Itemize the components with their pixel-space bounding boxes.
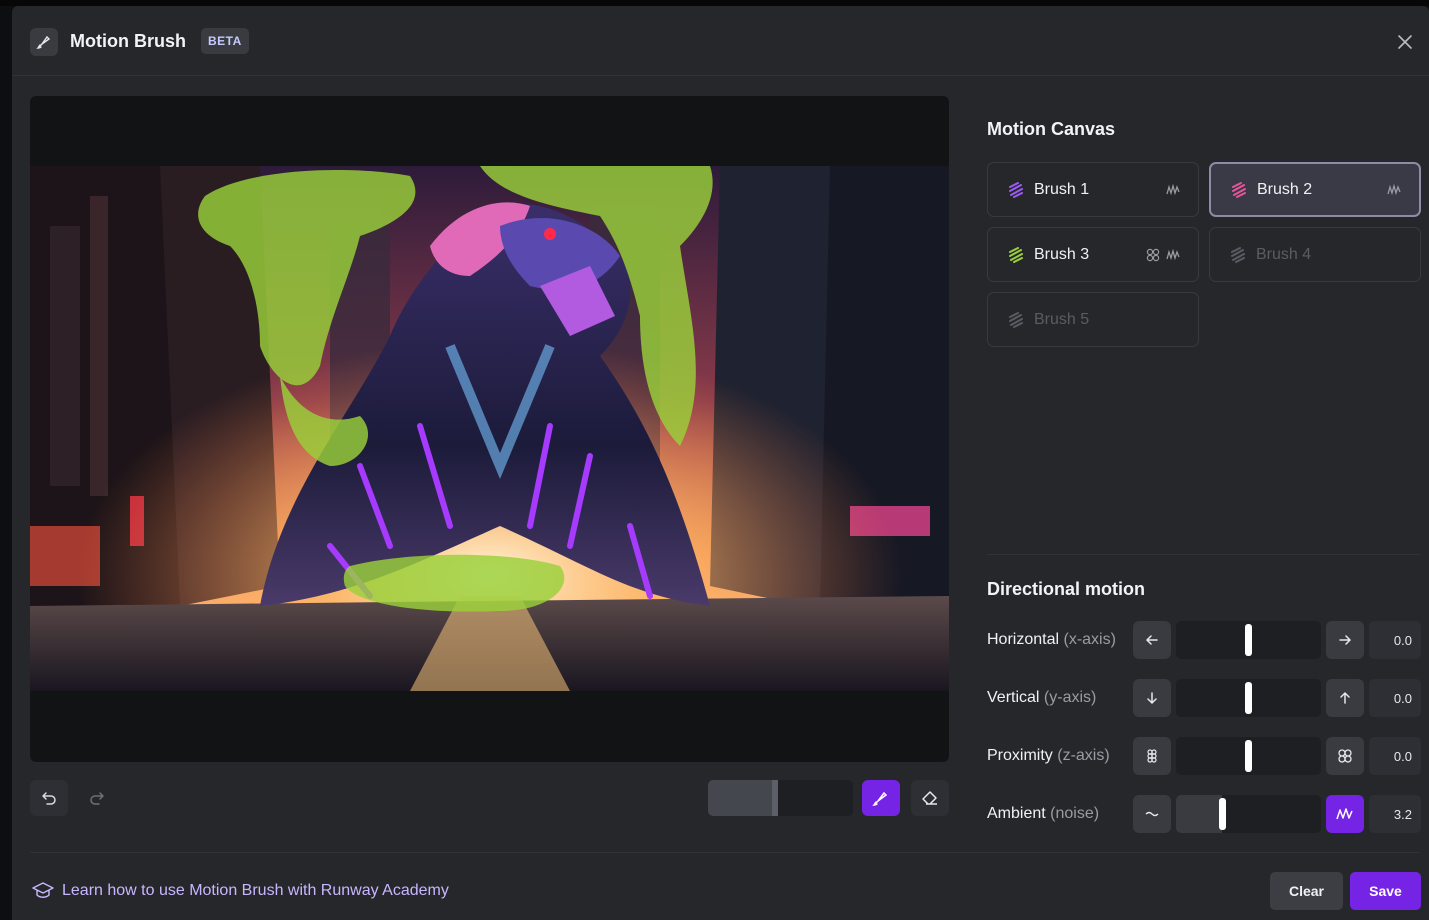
flat-wave-icon [1145,811,1159,817]
horizontal-row: Horizontal (x-axis) 0.0 [987,621,1421,659]
brush-size-handle[interactable] [772,780,778,816]
vertical-slider[interactable] [1176,679,1321,717]
dialog-header: Motion Brush BETA [12,6,1429,76]
brush-swatch-icon [1009,181,1023,198]
vertical-slider-handle[interactable] [1245,682,1252,714]
save-button[interactable]: Save [1350,872,1421,910]
beta-badge: BETA [201,28,249,54]
move-up-button[interactable] [1326,679,1364,717]
arrow-right-icon [1339,635,1352,645]
wave-icon [1166,248,1180,260]
proximity-slider-handle[interactable] [1245,740,1252,772]
footer-divider [30,852,1420,853]
brush-icon [872,791,888,806]
tiger-image [30,166,949,691]
brush-swatch-icon [1009,246,1023,263]
wave-icon [1387,183,1401,195]
proximity-value[interactable]: 0.0 [1369,737,1421,775]
brush-label: Brush 2 [1257,180,1313,198]
horizontal-value[interactable]: 0.0 [1369,621,1421,659]
motion-brush-dialog: Motion Brush BETA Motion Canvas Brush 1 … [12,6,1429,920]
move-right-button[interactable] [1326,621,1364,659]
brush-label: Brush 4 [1256,245,1312,263]
wave-icon [1166,183,1180,195]
undo-button[interactable] [30,780,68,816]
proximity-near-icon [1338,749,1352,763]
ambient-slider-handle[interactable] [1219,798,1226,830]
ambient-slider[interactable] [1176,795,1321,833]
directional-motion-title: Directional motion [987,579,1146,599]
ambient-high-button[interactable] [1326,795,1364,833]
brush-swatch-icon [1009,311,1023,328]
ambient-row: Ambient (noise) 3.2 [987,795,1421,833]
proximity-far-button[interactable] [1133,737,1171,775]
brush-tool-button[interactable] [862,780,900,816]
brush-label: Brush 1 [1034,180,1090,198]
learn-link-text[interactable]: Learn how to use Motion Brush with Runwa… [62,882,449,900]
brush-label: Brush 5 [1034,310,1090,328]
proximity-far-icon [1147,749,1157,763]
dialog-title: Motion Brush [70,31,186,51]
graduation-cap-icon [32,882,54,898]
horizontal-slider[interactable] [1176,621,1321,659]
eraser-tool-button[interactable] [911,780,949,816]
proximity-near-button[interactable] [1326,737,1364,775]
motion-canvas-area[interactable] [30,96,949,762]
horizontal-label: Horizontal (x-axis) [987,631,1116,648]
canvas-toolbar [30,780,949,816]
redo-button[interactable] [78,780,116,816]
brush-1-button[interactable]: Brush 1 [987,162,1199,217]
brush-2-button[interactable]: Brush 2 [1209,162,1421,217]
ambient-slider-fill [1176,795,1222,833]
motion-canvas-title: Motion Canvas [987,119,1116,139]
proximity-slider[interactable] [1176,737,1321,775]
undo-icon [42,792,56,805]
proximity-label: Proximity (z-axis) [987,747,1110,764]
brush-3-button[interactable]: Brush 3 [987,227,1199,282]
ambient-label: Ambient (noise) [987,805,1100,822]
wave-icon [1336,808,1353,820]
proximity-icon [1146,248,1160,261]
section-divider [987,554,1420,555]
ambient-value[interactable]: 3.2 [1369,795,1421,833]
proximity-row: Proximity (z-axis) 0.0 [987,737,1421,775]
horizontal-slider-handle[interactable] [1245,624,1252,656]
vertical-label: Vertical (y-axis) [987,689,1097,706]
vertical-row: Vertical (y-axis) 0.0 [987,679,1421,717]
eraser-icon [922,791,937,805]
arrow-down-icon [1147,692,1157,705]
brush-size-slider[interactable] [708,780,853,816]
move-left-button[interactable] [1133,621,1171,659]
clear-button[interactable]: Clear [1270,872,1343,910]
brush-5-button[interactable]: Brush 5 [987,292,1199,347]
brush-4-button[interactable]: Brush 4 [1209,227,1421,282]
brush-swatch-icon [1231,246,1245,263]
motion-brush-icon [30,28,58,56]
brush-swatch-icon [1232,181,1246,198]
close-icon[interactable] [1393,30,1417,54]
learn-link[interactable]: Learn how to use Motion Brush with Runwa… [32,882,449,900]
brush-label: Brush 3 [1034,245,1090,263]
brush-size-fill [708,780,775,816]
arrow-left-icon [1145,635,1158,645]
vertical-value[interactable]: 0.0 [1369,679,1421,717]
redo-icon [90,792,104,805]
move-down-button[interactable] [1133,679,1171,717]
arrow-up-icon [1340,691,1350,704]
ambient-low-button[interactable] [1133,795,1171,833]
